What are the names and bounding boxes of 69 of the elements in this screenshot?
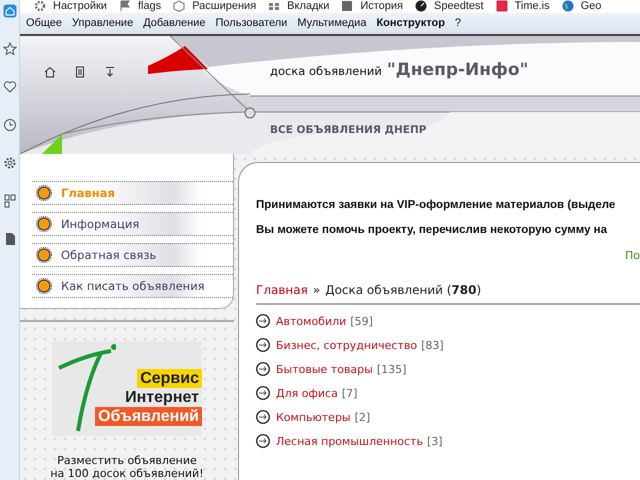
- category-count: [59]: [350, 314, 373, 328]
- menu-item[interactable]: ?: [454, 17, 462, 30]
- nav-item[interactable]: Обратная связь: [32, 243, 233, 267]
- bullet-icon: [36, 185, 52, 201]
- banner-text: Объявлений: [95, 407, 202, 426]
- category-count: [83]: [421, 338, 444, 352]
- menu-item[interactable]: Мультимедиа: [297, 17, 366, 30]
- category-link[interactable]: Для офиса: [276, 386, 338, 400]
- arrow-circle-icon: [256, 410, 270, 424]
- grid-icon: [268, 0, 280, 12]
- globe-icon: [562, 0, 574, 12]
- bullet-icon: [36, 216, 52, 232]
- panels-icon[interactable]: [2, 194, 16, 208]
- star-icon[interactable]: [2, 42, 16, 56]
- breadcrumb-current: Доска объявлений (780): [325, 283, 482, 297]
- arrow-circle-icon: [256, 338, 270, 352]
- bookmark-link[interactable]: Geo: [562, 0, 602, 12]
- menu-item[interactable]: Управление: [72, 17, 134, 30]
- bookmark-link[interactable]: Time.is: [496, 0, 550, 12]
- category-link[interactable]: Бизнес, сотрудничество: [276, 338, 418, 352]
- category-link[interactable]: Автомобили: [276, 314, 346, 328]
- menu-item[interactable]: Конструктор: [376, 17, 445, 30]
- category-link[interactable]: Компьютеры: [276, 410, 351, 424]
- nav-item[interactable]: Как писать объявления: [32, 274, 233, 298]
- nav-item[interactable]: Информация: [32, 212, 233, 236]
- arrow-circle-icon: [256, 386, 270, 400]
- site-title: "Днепр-Инфо": [386, 60, 528, 80]
- arrow-circle-icon: [256, 362, 270, 376]
- category-link[interactable]: Лесная промышленность: [276, 434, 423, 448]
- flag-icon: [118, 0, 131, 12]
- breadcrumb-link[interactable]: Главная: [256, 283, 308, 297]
- square-icon: [496, 0, 508, 12]
- document-icon[interactable]: [74, 66, 86, 78]
- arrow-circle-icon: [256, 434, 270, 448]
- menu-item[interactable]: Общее: [26, 17, 62, 30]
- heart-icon[interactable]: [2, 80, 16, 94]
- settings-icon[interactable]: [2, 156, 16, 170]
- breadcrumb-separator: »: [312, 283, 320, 297]
- notice-text: Принимаются заявки на VIP-оформление материалов (выделе: [256, 199, 616, 211]
- arrow-circle-icon: [256, 314, 270, 328]
- bookmark-link[interactable]: Расширения: [173, 0, 256, 12]
- bullet-icon: [36, 247, 52, 263]
- bullet-icon: [36, 278, 52, 294]
- category-link[interactable]: Бытовые товары: [276, 362, 373, 376]
- banner-text: Интернет: [124, 388, 200, 407]
- settings-icon: [34, 0, 46, 12]
- square-icon: [341, 0, 354, 12]
- site-tagline: ВСЕ ОБЪЯВЛЕНИЯ ДНЕПР: [270, 124, 426, 136]
- bookmark-link[interactable]: Настройки: [34, 0, 107, 12]
- site-subtitle: доска объявлений: [270, 64, 382, 78]
- banner-text: Сервис: [137, 369, 202, 388]
- banner-caption[interactable]: Разместить объявление на 100 досок объявлений!: [50, 454, 204, 480]
- bookmark-link[interactable]: flags: [118, 0, 162, 12]
- category-count: [3]: [426, 434, 443, 448]
- notice-link[interactable]: По: [256, 249, 640, 262]
- category-count: [135]: [376, 362, 406, 376]
- bookmark-link[interactable]: Вкладки: [268, 0, 330, 12]
- menu-item[interactable]: Пользователи: [216, 17, 288, 30]
- cube-icon: [173, 0, 186, 12]
- bookmark-link[interactable]: Speedtest: [415, 0, 484, 12]
- banner-logo[interactable]: Сервис Интернет Объявлений: [52, 341, 202, 436]
- category-count: [7]: [342, 386, 358, 400]
- bookmark-link[interactable]: История: [341, 0, 404, 12]
- download-icon[interactable]: [104, 66, 116, 78]
- home-icon[interactable]: [44, 66, 56, 78]
- menu-item[interactable]: Добавление: [143, 17, 206, 30]
- clock-icon[interactable]: [2, 118, 16, 132]
- category-count: [2]: [354, 410, 370, 424]
- notice-text: Вы можете помочь проекту, перечислив некоторую сумму на: [256, 224, 608, 236]
